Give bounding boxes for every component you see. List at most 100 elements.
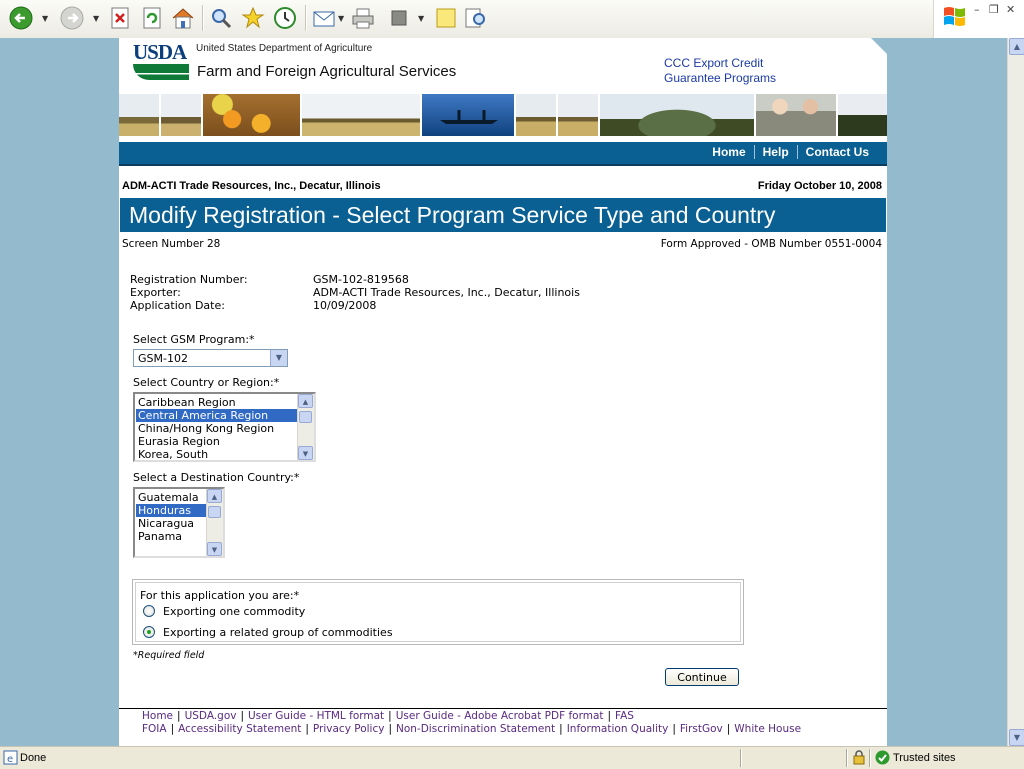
- footer-link-privacy[interactable]: Privacy Policy: [313, 723, 385, 735]
- footer-link-home[interactable]: Home: [142, 710, 173, 722]
- home-icon[interactable]: [170, 5, 196, 31]
- browser-toolbar: ▼ ▼ ▼ ▼ – ❐ ✕: [0, 0, 1024, 39]
- radio-one-commodity[interactable]: [143, 605, 155, 617]
- region-option[interactable]: Eurasia Region: [136, 435, 314, 448]
- mail-dropdown-icon[interactable]: ▼: [338, 14, 344, 23]
- close-icon[interactable]: ✕: [1006, 3, 1015, 16]
- banner-photo-fruit: [203, 94, 302, 136]
- scroll-thumb[interactable]: [208, 506, 221, 518]
- footer-divider: [119, 708, 887, 709]
- scroll-thumb[interactable]: [299, 411, 312, 423]
- footer-separator: |: [726, 723, 731, 735]
- page-title: Modify Registration - Select Program Ser…: [129, 202, 776, 228]
- footer-separator: |: [170, 723, 175, 735]
- country-scrollbar[interactable]: ▲ ▼: [206, 489, 223, 556]
- main-nav: Home Help Contact Us: [119, 142, 887, 166]
- footer-link-guide-html[interactable]: User Guide - HTML format: [248, 710, 384, 722]
- application-type-question: For this application you are:*: [140, 589, 300, 602]
- scroll-down-icon[interactable]: ▼: [207, 542, 222, 556]
- footer-link-accessibility[interactable]: Accessibility Statement: [178, 723, 301, 735]
- search-icon[interactable]: [208, 5, 234, 31]
- footer-link-usda[interactable]: USDA.gov: [185, 710, 237, 722]
- department-name: United States Department of Agriculture: [196, 43, 373, 54]
- continue-button[interactable]: Continue: [665, 668, 739, 686]
- banner-photo-canoe: [422, 94, 516, 136]
- stop-icon[interactable]: [107, 5, 133, 31]
- history-icon[interactable]: [272, 5, 298, 31]
- footer-separator: |: [177, 710, 181, 722]
- nav-home-link[interactable]: Home: [704, 145, 753, 159]
- radio-one-commodity-label[interactable]: Exporting one commodity: [163, 605, 305, 618]
- minimize-icon[interactable]: –: [974, 3, 980, 16]
- footer-link-nondiscrimination[interactable]: Non-Discrimination Statement: [396, 723, 555, 735]
- radio-group-commodities-label[interactable]: Exporting a related group of commodities: [163, 626, 393, 639]
- edit-dropdown-icon[interactable]: ▼: [418, 14, 424, 23]
- web-page: USDA United States Department of Agricul…: [119, 38, 887, 746]
- application-type-box: For this application you are:* Exporting…: [132, 579, 744, 645]
- footer-link-foia[interactable]: FOIA: [142, 723, 167, 735]
- footer-separator: |: [240, 710, 244, 722]
- region-option[interactable]: Korea, South: [136, 448, 314, 460]
- footer-link-whitehouse[interactable]: White House: [734, 723, 801, 735]
- scroll-up-icon[interactable]: ▲: [298, 394, 313, 408]
- refresh-icon[interactable]: [139, 5, 165, 31]
- svg-text:e: e: [7, 754, 13, 765]
- footer-separator: |: [388, 723, 392, 735]
- program-link[interactable]: CCC Export Credit Guarantee Programs: [664, 56, 776, 86]
- application-date-label: Application Date:: [130, 299, 225, 312]
- footer-separator: |: [305, 723, 309, 735]
- restore-icon[interactable]: ❐: [989, 3, 999, 16]
- forward-icon[interactable]: [59, 5, 85, 31]
- photo-banner: [119, 94, 887, 136]
- region-label: Select Country or Region:*: [133, 376, 280, 389]
- toolbar-separator: [202, 5, 204, 31]
- favorites-icon[interactable]: [240, 5, 266, 31]
- region-listbox[interactable]: Caribbean Region Central America Region …: [133, 392, 316, 462]
- research-icon[interactable]: [463, 5, 489, 31]
- region-option[interactable]: China/Hong Kong Region: [136, 422, 314, 435]
- edit-icon[interactable]: [386, 5, 412, 31]
- screen-number: Screen Number 28: [122, 238, 221, 250]
- banner-photo: [838, 94, 887, 136]
- footer-separator: |: [607, 710, 612, 722]
- trusted-zone-icon: [875, 750, 890, 768]
- omb-number: Form Approved - OMB Number 0551-0004: [660, 238, 882, 250]
- scroll-down-icon[interactable]: ▼: [1009, 729, 1024, 746]
- region-option-selected[interactable]: Central America Region: [136, 409, 314, 422]
- title-bar: Modify Registration - Select Program Ser…: [120, 198, 886, 232]
- program-link-line1: CCC Export Credit: [664, 56, 764, 70]
- header-corner: [871, 38, 887, 54]
- nav-help-link[interactable]: Help: [755, 145, 797, 159]
- lock-icon: [852, 750, 866, 768]
- scroll-up-icon[interactable]: ▲: [1009, 38, 1024, 55]
- forward-dropdown-icon[interactable]: ▼: [93, 14, 99, 23]
- browser-scrollbar[interactable]: ▲ ▼: [1007, 38, 1024, 746]
- nav-contact-link[interactable]: Contact Us: [798, 145, 877, 159]
- program-link-line2: Guarantee Programs: [664, 71, 777, 85]
- banner-photo-mountain: [600, 94, 756, 136]
- radio-group-commodities[interactable]: [143, 626, 155, 638]
- scroll-down-icon[interactable]: ▼: [298, 446, 313, 460]
- back-dropdown-icon[interactable]: ▼: [42, 14, 48, 23]
- discuss-icon[interactable]: [433, 5, 459, 31]
- region-scrollbar[interactable]: ▲ ▼: [297, 394, 314, 460]
- footer-links: Home | USDA.gov | User Guide - HTML format | U…: [142, 710, 801, 736]
- usda-logo[interactable]: USDA: [133, 42, 189, 80]
- mail-icon[interactable]: [311, 5, 337, 31]
- gsm-program-select[interactable]: GSM-102 ▼: [133, 349, 288, 367]
- region-option[interactable]: Caribbean Region: [136, 396, 314, 409]
- banner-photo: [119, 94, 161, 136]
- browser-viewport: USDA United States Department of Agricul…: [0, 38, 1008, 746]
- footer-link-firstgov[interactable]: FirstGov: [680, 723, 723, 735]
- windows-logo-area: – ❐ ✕: [933, 0, 1024, 38]
- footer-link-fas[interactable]: FAS: [615, 710, 634, 722]
- chevron-down-icon[interactable]: ▼: [270, 350, 287, 366]
- print-icon[interactable]: [350, 5, 376, 31]
- windows-flag-icon: [942, 4, 968, 31]
- scroll-up-icon[interactable]: ▲: [207, 489, 222, 503]
- required-field-note: *Required field: [133, 650, 205, 661]
- back-icon[interactable]: [8, 5, 34, 31]
- country-listbox[interactable]: Guatemala Honduras Nicaragua Panama ▲ ▼: [133, 487, 225, 558]
- footer-link-guide-pdf[interactable]: User Guide - Adobe Acrobat PDF format: [396, 710, 604, 722]
- footer-link-info-quality[interactable]: Information Quality: [567, 723, 669, 735]
